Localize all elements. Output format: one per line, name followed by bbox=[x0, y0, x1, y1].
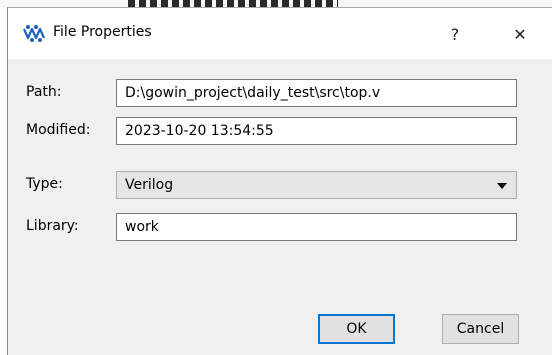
gowin-logo-icon bbox=[23, 25, 45, 42]
cancel-button[interactable]: Cancel bbox=[442, 314, 519, 344]
modified-label: Modified: bbox=[26, 122, 91, 138]
library-label: Library: bbox=[26, 218, 79, 234]
type-label: Type: bbox=[26, 176, 63, 192]
path-label: Path: bbox=[26, 84, 62, 100]
title-bar: File Properties ? ✕ bbox=[8, 8, 552, 59]
path-field[interactable]: D:\gowin_project\daily_test\src\top.v bbox=[116, 79, 517, 107]
dropdown-arrow-icon bbox=[497, 183, 507, 189]
file-properties-dialog: File Properties ? ✕ Path: D:\gowin_proje… bbox=[7, 7, 552, 355]
background-text-fragment bbox=[128, 0, 338, 7]
type-select[interactable]: Verilog bbox=[116, 171, 517, 199]
library-field[interactable]: work bbox=[116, 213, 517, 241]
background-window-strip bbox=[0, 0, 552, 7]
help-button[interactable]: ? bbox=[433, 18, 477, 50]
close-button[interactable]: ✕ bbox=[498, 18, 542, 50]
modified-field[interactable]: 2023-10-20 13:54:55 bbox=[116, 117, 517, 145]
dialog-title: File Properties bbox=[53, 24, 152, 40]
ok-button[interactable]: OK bbox=[318, 314, 395, 344]
type-select-value: Verilog bbox=[125, 177, 174, 193]
